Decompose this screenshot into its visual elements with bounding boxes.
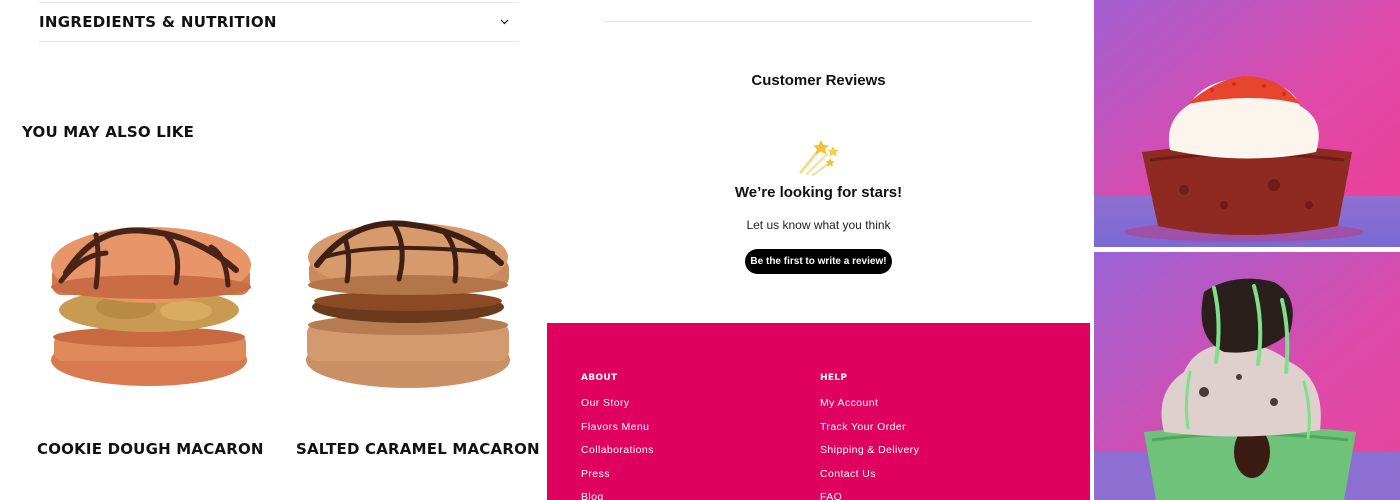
product-card-cookie-dough[interactable]: COOKIE DOUGH MACARON	[36, 195, 266, 458]
salted-caramel-macaron-image[interactable]	[295, 195, 525, 405]
footer-link-blog[interactable]: Blog	[581, 491, 654, 500]
product-name[interactable]: COOKIE DOUGH MACARON	[37, 440, 264, 458]
footer: ABOUT Our Story Flavors Menu Collaborati…	[547, 323, 1090, 500]
footer-link-faq[interactable]: FAQ	[820, 491, 919, 500]
footer-link-track-order[interactable]: Track Your Order	[820, 421, 919, 445]
footer-link-press[interactable]: Press	[581, 468, 654, 492]
footer-link-our-story[interactable]: Our Story	[581, 397, 654, 421]
chevron-down-icon[interactable]	[497, 15, 511, 29]
reviews-title: Customer Reviews	[751, 72, 886, 89]
related-products-heading: YOU MAY ALSO LIKE	[22, 123, 195, 141]
red-velvet-cupcake-photo	[1094, 0, 1400, 247]
shooting-stars-icon	[799, 140, 839, 176]
write-review-button[interactable]: Be the first to write a review!	[745, 249, 892, 274]
accordion-title: INGREDIENTS & NUTRITION	[39, 13, 277, 31]
footer-link-collaborations[interactable]: Collaborations	[581, 444, 654, 468]
product-name[interactable]: SALTED CARAMEL MACARON	[296, 440, 540, 458]
ingredients-nutrition-accordion[interactable]: INGREDIENTS & NUTRITION	[39, 2, 519, 42]
reviews-empty-subtitle: Let us know what you think	[746, 218, 891, 232]
footer-heading-help: HELP	[820, 373, 848, 383]
footer-link-shipping-delivery[interactable]: Shipping & Delivery	[820, 444, 919, 468]
cookie-dough-macaron-image[interactable]	[36, 195, 266, 405]
footer-about-column: ABOUT Our Story Flavors Menu Collaborati…	[581, 373, 654, 500]
footer-help-column: HELP My Account Track Your Order Shippin…	[820, 373, 919, 500]
reviews-empty-title: We’re looking for stars!	[734, 184, 903, 201]
mint-chocolate-cupcake-photo	[1094, 252, 1400, 500]
footer-link-my-account[interactable]: My Account	[820, 397, 919, 421]
footer-link-flavors-menu[interactable]: Flavors Menu	[581, 421, 654, 445]
footer-link-contact-us[interactable]: Contact Us	[820, 468, 919, 492]
product-card-salted-caramel[interactable]: SALTED CARAMEL MACARON	[295, 195, 540, 458]
divider	[604, 21, 1032, 22]
footer-heading-about: ABOUT	[581, 373, 618, 383]
